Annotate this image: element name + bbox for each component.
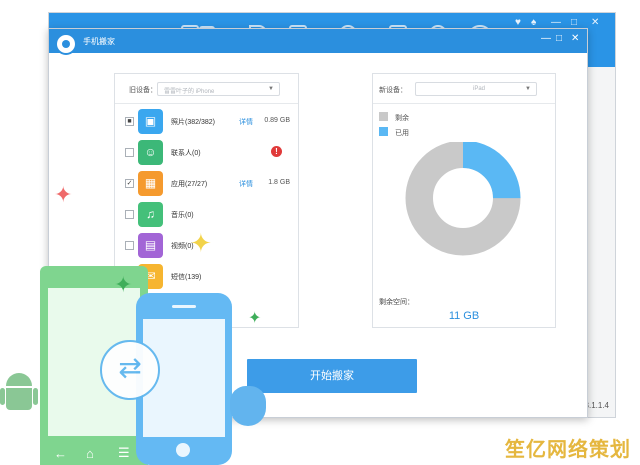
contact-icon: ☺ <box>138 140 163 165</box>
legend-used-swatch <box>379 127 388 136</box>
storage-donut-chart <box>404 142 522 257</box>
iphone-speaker <box>172 305 196 308</box>
video-icon: ▤ <box>138 233 163 258</box>
item-label: 照片(382/382) <box>171 119 215 126</box>
new-device-select[interactable]: iPad ▼ <box>415 82 537 96</box>
item-label: 短信(139) <box>171 274 202 281</box>
item-size: 0.89 GB <box>264 117 290 124</box>
list-item-apps[interactable]: ✓ ▦ 应用(27/27) 详情 1.8 GB <box>115 168 298 199</box>
warning-icon[interactable]: ! <box>271 146 282 157</box>
new-device-row: 新设备： iPad ▼ <box>373 74 555 104</box>
list-item-contacts[interactable]: ☺ 联系人(0) ! <box>115 137 298 168</box>
old-device-row: 旧设备： 雷雷叶子的 iPhone ▼ <box>115 74 298 104</box>
video-checkbox[interactable] <box>125 241 134 250</box>
photos-checkbox[interactable]: ■ <box>125 117 134 126</box>
sync-icon: ⇄ <box>100 340 160 400</box>
menu-icon: ☰ <box>118 445 130 460</box>
watermark-text: 笙亿网络策划 <box>505 439 631 461</box>
list-item-photos[interactable]: ■ ▣ 照片(382/382) 详情 0.89 GB <box>115 106 298 137</box>
sparkle-icon: ✦ <box>54 182 73 207</box>
details-link[interactable]: 详情 <box>239 179 253 189</box>
android-robot-icon <box>0 373 38 421</box>
sparkle-icon: ✦ <box>248 310 262 327</box>
dialog-titlebar[interactable]: 手机搬家 — □ ✕ <box>49 29 587 55</box>
sparkle-icon: ✦ <box>190 228 212 258</box>
chevron-down-icon: ▼ <box>525 86 531 92</box>
chevron-down-icon: ▼ <box>268 86 274 92</box>
item-label: 应用(27/27) <box>171 181 208 188</box>
free-space-value: 11 GB <box>448 310 480 322</box>
apps-checkbox[interactable]: ✓ <box>125 179 134 188</box>
sparkle-icon: ✦ <box>114 272 133 297</box>
item-size: 1.8 GB <box>268 179 290 186</box>
old-device-select[interactable]: 雷雷叶子的 iPhone ▼ <box>157 82 280 96</box>
free-space-label: 剩余空间： <box>379 299 414 306</box>
image-icon: ▣ <box>138 109 163 134</box>
old-device-label: 旧设备： <box>129 87 157 94</box>
new-device-select-value: iPad <box>472 86 485 92</box>
minimize-icon[interactable]: — <box>541 33 551 44</box>
maximize-icon[interactable]: □ <box>556 33 562 44</box>
list-item-music[interactable]: ♫ 音乐(0) <box>115 199 298 230</box>
music-icon: ♫ <box>138 202 163 227</box>
new-device-label: 新设备： <box>379 87 407 94</box>
heart-icon[interactable]: ♥ <box>515 17 521 28</box>
maximize-icon[interactable]: □ <box>571 17 577 28</box>
apps-icon: ▦ <box>138 171 163 196</box>
close-icon[interactable]: ✕ <box>571 33 579 44</box>
app-logo-icon <box>55 33 77 55</box>
start-transfer-button[interactable]: 开始搬家 <box>247 359 417 393</box>
old-device-select-value: 雷雷叶子的 iPhone <box>164 89 215 95</box>
back-icon: ← <box>54 446 67 461</box>
apple-logo-icon <box>230 386 266 426</box>
close-icon[interactable]: ✕ <box>591 17 599 28</box>
home-icon: ⌂ <box>86 446 94 461</box>
contacts-checkbox[interactable] <box>125 148 134 157</box>
shirt-icon[interactable]: ♠ <box>531 17 536 28</box>
legend-free-swatch <box>379 112 388 121</box>
item-label: 联系人(0) <box>171 150 201 157</box>
new-device-panel: 新设备： iPad ▼ 剩余 已用 剩余空间： 11 GB <box>372 73 556 328</box>
legend-free-label: 剩余 <box>395 115 409 122</box>
screenshot-stage: ♥ ♠ — □ ✕ 数 当前版本：3.1.1.4 手机搬家 — □ ✕ 旧设备：… <box>0 0 640 465</box>
dialog-title: 手机搬家 <box>83 37 115 46</box>
details-link[interactable]: 详情 <box>239 117 253 127</box>
iphone-home-button <box>176 443 190 457</box>
music-checkbox[interactable] <box>125 210 134 219</box>
minimize-icon[interactable]: — <box>551 17 561 28</box>
item-label: 音乐(0) <box>171 212 194 219</box>
legend-used-label: 已用 <box>395 130 409 137</box>
